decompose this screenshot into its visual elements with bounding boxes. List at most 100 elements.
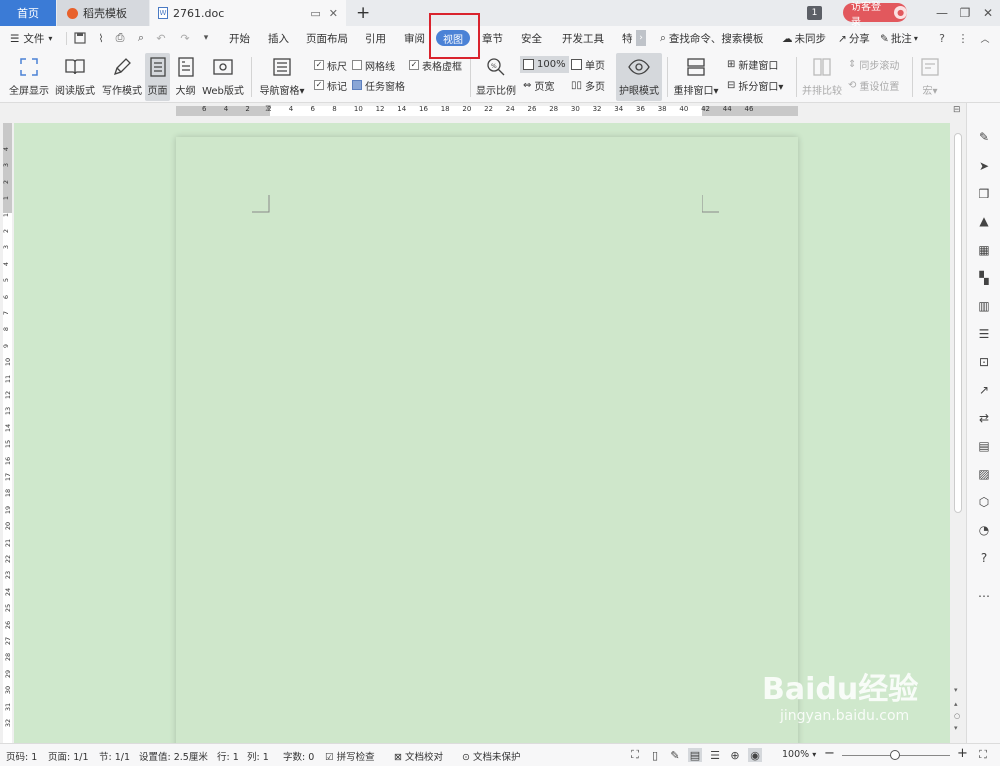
help-icon[interactable]: ? xyxy=(935,31,949,45)
zoom-slider-knob[interactable] xyxy=(890,750,900,760)
more-horizontal-icon[interactable]: ⋯ xyxy=(976,588,992,604)
command-search[interactable]: ⌕ 查找命令、搜索模板 xyxy=(660,26,763,51)
scroll-top-icon[interactable]: ⊟ xyxy=(953,105,961,115)
menu-start[interactable]: 开始 xyxy=(229,26,250,51)
menu-developer[interactable]: 开发工具 xyxy=(562,26,604,51)
vertical-ruler[interactable]: 4 3 2 1 1 2 3 4 5 6 7 8 9 10 11 12 13 14 15 16 17 18 19 20 21 22 2… xyxy=(0,123,14,743)
zoom-out-icon[interactable]: − xyxy=(824,746,835,761)
eye-status-icon[interactable]: ◉ xyxy=(748,748,762,762)
status-pages[interactable]: 页面: 1/1 xyxy=(48,749,89,763)
shield-icon[interactable]: ⬡ xyxy=(976,494,992,510)
writing-status-icon[interactable]: ✎ xyxy=(668,748,682,762)
menu-chapter[interactable]: 章节 xyxy=(482,26,503,51)
file-menu[interactable]: ☰ 文件 ▾ xyxy=(10,26,52,51)
reading-status-icon[interactable]: ▯ xyxy=(648,748,662,762)
fullscreen-status-icon[interactable]: ⛶ xyxy=(628,748,642,762)
vertical-scrollbar[interactable]: ⊟ ▾ ▴ ○ ▾ xyxy=(950,103,966,743)
eye-protection-button[interactable]: 护眼模式 xyxy=(616,53,662,101)
status-section[interactable]: 节: 1/1 xyxy=(99,749,130,763)
export-icon[interactable]: ↗ xyxy=(976,382,992,398)
share-button[interactable]: ↗ 分享 xyxy=(838,26,870,51)
tab-home[interactable]: 首页 xyxy=(0,0,56,26)
new-tab-button[interactable]: + xyxy=(356,0,370,26)
web-status-icon[interactable]: ⊕ xyxy=(728,748,742,762)
monitor-icon[interactable]: ▭ xyxy=(310,7,320,20)
web-layout-button[interactable]: Web版式 xyxy=(202,53,244,101)
help-circle-icon[interactable]: ? xyxy=(976,550,992,566)
sync-scroll-button[interactable]: ⇕ 同步滚动 xyxy=(848,56,899,72)
page-width-button[interactable]: ⇔ 页宽 xyxy=(523,77,554,93)
tab-template[interactable]: 稻壳模板 xyxy=(57,0,149,26)
translate-icon[interactable]: ⇄ xyxy=(976,410,992,426)
single-page-button[interactable]: 单页 xyxy=(571,56,605,72)
side-by-side-button[interactable]: 并排比较 xyxy=(800,53,844,101)
shapes-icon[interactable]: ❒ xyxy=(976,186,992,202)
sync-button[interactable]: ☁ 未同步 xyxy=(782,26,826,51)
indent-marker-icon[interactable]: ⧖ xyxy=(265,105,271,114)
menu-security[interactable]: 安全 xyxy=(521,26,542,51)
status-setting-value[interactable]: 设置值: 2.5厘米 xyxy=(139,749,208,763)
comment-button[interactable]: ✎ 批注 ▾ xyxy=(880,26,918,51)
restore-icon[interactable]: ❐ xyxy=(953,0,977,26)
outline-status-icon[interactable]: ☰ xyxy=(708,748,722,762)
reset-position-button[interactable]: ⟲ 重设位置 xyxy=(848,77,899,93)
page-status-icon[interactable]: ▤ xyxy=(688,748,702,762)
format-painter-icon[interactable]: ⌇ xyxy=(94,31,108,45)
window-close-icon[interactable]: ✕ xyxy=(976,0,1000,26)
outline-view-button[interactable]: 大纲 xyxy=(173,53,198,101)
zoom-100-button[interactable]: 100% xyxy=(520,56,569,73)
reading-mode-button[interactable]: 阅读版式 xyxy=(54,53,96,101)
spell-check-button[interactable]: ☑ 拼写检查 xyxy=(325,749,375,763)
select-cursor-icon[interactable]: ➤ xyxy=(976,158,992,174)
edit-pen-icon[interactable]: ✎ xyxy=(976,129,992,145)
quick-access-dropdown-icon[interactable]: ▾ xyxy=(199,31,213,45)
more-vertical-icon[interactable]: ⋮ xyxy=(956,31,970,45)
menu-scroll-right-icon[interactable]: › xyxy=(636,30,646,46)
nav-pane-button[interactable]: 导航窗格▾ xyxy=(258,53,306,101)
window-count-badge[interactable]: 1 xyxy=(807,6,822,20)
chart-icon[interactable]: ▥ xyxy=(976,298,992,314)
fullscreen-button[interactable]: 全屏显示 xyxy=(8,53,50,101)
status-page-number[interactable]: 页码: 1 xyxy=(6,749,37,763)
split-window-button[interactable]: ⊟ 拆分窗口▾ xyxy=(727,77,783,93)
fit-window-icon[interactable]: ⛶ xyxy=(976,748,990,762)
picture-icon[interactable]: ▨ xyxy=(976,466,992,482)
print-icon[interactable]: ⎙ xyxy=(113,31,127,45)
prev-page-icon[interactable]: ▴ xyxy=(954,700,958,708)
new-window-button[interactable]: ⊞ 新建窗口 xyxy=(727,56,778,72)
menu-special[interactable]: 特 xyxy=(622,26,633,51)
menu-review[interactable]: 审阅 xyxy=(404,26,425,51)
task-pane-checkbox[interactable]: 任务窗格 xyxy=(352,77,405,93)
status-word-count[interactable]: 字数: 0 xyxy=(283,749,314,763)
doc-protection-button[interactable]: ⊙ 文档未保护 xyxy=(462,749,521,763)
menu-reference[interactable]: 引用 xyxy=(365,26,386,51)
redo-icon[interactable]: ↷ xyxy=(178,31,192,45)
table-grid-checkbox[interactable]: ✓ 表格虚框 xyxy=(409,57,462,73)
close-icon[interactable]: ✕ xyxy=(329,7,338,20)
horizontal-ruler[interactable]: 6 4 2 2 4 6 8 10 12 14 16 18 20 22 24 26 28 30 32 34 36 38 40 4… xyxy=(0,103,950,123)
style-icon[interactable]: ▲ xyxy=(976,213,992,229)
macro-button[interactable]: 宏▾ xyxy=(916,53,944,101)
apps-grid-icon[interactable]: ▚ xyxy=(976,270,992,286)
writing-mode-button[interactable]: 写作模式 xyxy=(100,53,144,101)
status-row[interactable]: 行: 1 xyxy=(217,749,239,763)
table-icon[interactable]: ▦ xyxy=(976,242,992,258)
doc-proofread-button[interactable]: ⊠ 文档校对 xyxy=(394,749,443,763)
status-column[interactable]: 列: 1 xyxy=(247,749,269,763)
page-view-button[interactable]: 页面 xyxy=(145,53,170,101)
marks-checkbox[interactable]: ✓ 标记 xyxy=(314,77,347,93)
settings-sliders-icon[interactable]: ☰ xyxy=(976,326,992,342)
login-button[interactable]: 访客登录 ● xyxy=(843,2,907,28)
gridlines-checkbox[interactable]: 网格线 xyxy=(352,57,395,73)
tab-document[interactable]: W 2761.doc ▭ ✕ xyxy=(150,0,346,26)
ruler-checkbox[interactable]: ✓ 标尺 xyxy=(314,57,347,73)
scroll-down-icon[interactable]: ▾ xyxy=(954,686,958,694)
save-icon[interactable] xyxy=(73,31,87,45)
scroll-thumb[interactable] xyxy=(954,133,962,513)
document-page[interactable] xyxy=(176,137,798,743)
next-page-icon[interactable]: ▾ xyxy=(954,724,958,732)
rearrange-window-button[interactable]: 重排窗口▾ xyxy=(673,53,719,101)
menu-page-layout[interactable]: 页面布局 xyxy=(306,26,348,51)
menu-insert[interactable]: 插入 xyxy=(268,26,289,51)
undo-icon[interactable]: ↶ xyxy=(154,31,168,45)
